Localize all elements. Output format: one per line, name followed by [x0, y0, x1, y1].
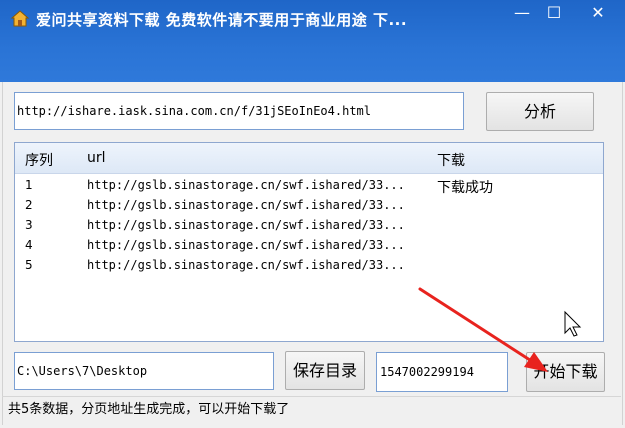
download-list[interactable]: 序列 url 下载 1 http://gslb.sinastorage.cn/s… — [14, 142, 604, 342]
row-url: http://gslb.sinastorage.cn/swf.ishared/3… — [87, 258, 405, 272]
row-index: 1 — [25, 178, 33, 192]
list-item[interactable]: 4 http://gslb.sinastorage.cn/swf.ishared… — [15, 236, 603, 256]
list-item[interactable]: 5 http://gslb.sinastorage.cn/swf.ishared… — [15, 256, 603, 276]
row-index: 5 — [25, 258, 33, 272]
status-bar: 共5条数据，分页地址生成完成，可以开始下载了 — [2, 396, 621, 424]
list-item[interactable]: 2 http://gslb.sinastorage.cn/swf.ishared… — [15, 196, 603, 216]
app-icon — [10, 10, 30, 27]
column-header-index[interactable]: 序列 — [25, 150, 53, 170]
maximize-icon[interactable]: ☐ — [540, 2, 568, 26]
start-download-button[interactable]: 开始下载 — [526, 352, 605, 392]
row-url: http://gslb.sinastorage.cn/swf.ishared/3… — [87, 178, 405, 192]
close-icon[interactable]: ✕ — [584, 2, 612, 26]
url-input[interactable]: http://ishare.iask.sina.com.cn/f/31jSEoI… — [14, 92, 464, 130]
row-url: http://gslb.sinastorage.cn/swf.ishared/3… — [87, 238, 405, 252]
list-item[interactable]: 3 http://gslb.sinastorage.cn/swf.ishared… — [15, 216, 603, 236]
row-index: 2 — [25, 198, 33, 212]
number-input[interactable]: 1547002299194 — [376, 352, 508, 392]
row-url: http://gslb.sinastorage.cn/swf.ishared/3… — [87, 198, 405, 212]
row-index: 4 — [25, 238, 33, 252]
list-item[interactable]: 1 http://gslb.sinastorage.cn/swf.ishared… — [15, 176, 603, 196]
list-header: 序列 url 下载 — [15, 143, 603, 174]
save-directory-input[interactable]: C:\Users\7\Desktop — [14, 352, 274, 390]
column-header-url[interactable]: url — [87, 150, 106, 166]
analyze-button[interactable]: 分析 — [486, 92, 594, 131]
column-header-status[interactable]: 下载 — [437, 150, 465, 170]
row-index: 3 — [25, 218, 33, 232]
row-url: http://gslb.sinastorage.cn/swf.ishared/3… — [87, 218, 405, 232]
save-directory-button[interactable]: 保存目录 — [285, 351, 365, 390]
row-status: 下载成功 — [437, 180, 493, 196]
minimize-icon[interactable]: — — [508, 2, 536, 26]
window-title: 爱问共享资料下载 免费软件请不要用于商业用途 下... — [36, 11, 408, 29]
title-bar[interactable]: 爱问共享资料下载 免费软件请不要用于商业用途 下... — ☐ ✕ — [0, 0, 625, 82]
